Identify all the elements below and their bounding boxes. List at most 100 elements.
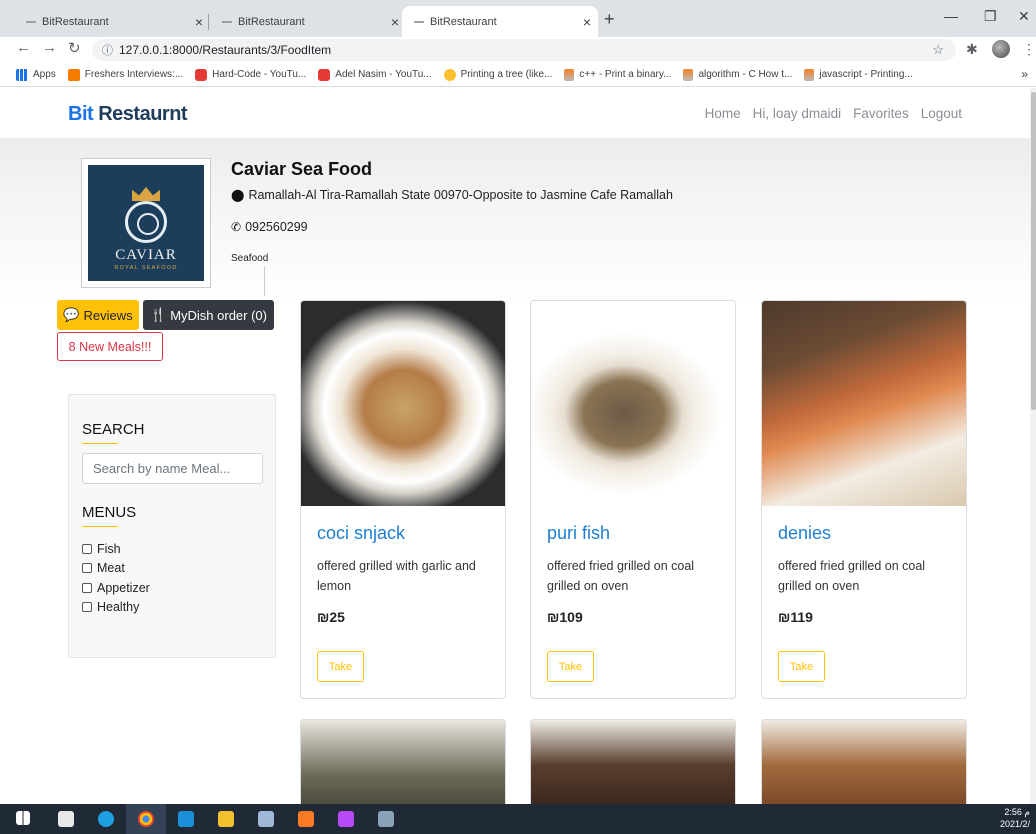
tree-icon bbox=[443, 68, 456, 81]
brand-logo[interactable]: Bit Restaurnt bbox=[68, 103, 188, 126]
nav-favorites-link[interactable]: Favorites bbox=[853, 106, 909, 121]
meal-name[interactable]: coci snjack bbox=[317, 523, 405, 544]
windows-start-icon[interactable] bbox=[16, 811, 30, 825]
restaurant-category: Seafood bbox=[231, 253, 269, 264]
close-window-icon[interactable]: ✕ bbox=[1018, 8, 1030, 25]
restaurant-logo-frame: CAVIAR ROYAL SEAFOOD bbox=[81, 158, 211, 288]
tab-title: BitRestaurant bbox=[42, 15, 109, 28]
search-title: SEARCH bbox=[82, 421, 145, 438]
mydish-order-button[interactable]: 🍴 MyDish order (0) bbox=[143, 300, 274, 330]
browser-tab-active[interactable]: BitRestaurant × bbox=[402, 6, 598, 37]
xampp-icon[interactable] bbox=[298, 811, 314, 827]
bookmark-item[interactable]: Printing a tree (like... bbox=[443, 68, 552, 81]
taskbar-clock[interactable]: 2:56 م 2021/2/ bbox=[1000, 806, 1030, 830]
take-button[interactable]: Take bbox=[778, 651, 825, 682]
meal-photo bbox=[301, 301, 505, 506]
meal-photo bbox=[531, 720, 735, 804]
bookmark-star-icon[interactable]: ☆ bbox=[932, 42, 944, 58]
meal-price: ₪109 bbox=[547, 609, 583, 625]
meal-name[interactable]: puri fish bbox=[547, 523, 610, 544]
take-button[interactable]: Take bbox=[547, 651, 594, 682]
tab-title: BitRestaurant bbox=[430, 15, 497, 28]
meal-photo bbox=[762, 720, 966, 804]
bookmark-item[interactable]: algorithm - C How t... bbox=[683, 68, 792, 81]
restaurant-address: ⬤ Ramallah-Al Tira-Ramallah State 00970-… bbox=[231, 188, 673, 202]
tab-favicon-icon bbox=[222, 20, 232, 23]
take-button[interactable]: Take bbox=[317, 651, 364, 682]
nav-user-link[interactable]: Hi, loay dmaidi bbox=[753, 106, 842, 121]
meal-search-input[interactable] bbox=[82, 453, 263, 484]
divider bbox=[264, 266, 265, 296]
meal-card bbox=[761, 719, 967, 804]
meal-card: puri fish offered fried grilled on coal … bbox=[530, 300, 736, 699]
minimize-icon[interactable]: — bbox=[944, 8, 958, 24]
extensions-icon[interactable]: ✱ bbox=[966, 41, 978, 58]
checkbox[interactable] bbox=[82, 582, 92, 593]
phone-icon: ✆ bbox=[231, 220, 242, 234]
reload-icon[interactable]: ↻ bbox=[68, 39, 81, 57]
menu-kebab-icon[interactable]: ⋮ bbox=[1022, 41, 1036, 58]
meal-photo bbox=[762, 301, 966, 506]
forward-icon[interactable]: → bbox=[42, 39, 57, 56]
menu-filter-meat[interactable]: Meat bbox=[82, 559, 150, 579]
menu-filter-appetizer[interactable]: Appetizer bbox=[82, 578, 150, 598]
new-meals-button[interactable]: 8 New Meals!!! bbox=[57, 332, 163, 361]
blogger-icon bbox=[67, 68, 80, 81]
apps-grid-icon bbox=[16, 68, 28, 81]
meal-card: coci snjack offered grilled with garlic … bbox=[300, 300, 506, 699]
reviews-button[interactable]: 💬 Reviews bbox=[57, 300, 139, 330]
url-field[interactable]: ⓘ 127.0.0.1:8000/Restaurants/3/FoodItem … bbox=[92, 39, 956, 61]
notes-icon[interactable] bbox=[258, 811, 274, 827]
bookmark-item[interactable]: Hard-Code - YouTu... bbox=[195, 68, 306, 81]
menus-title: MENUS bbox=[82, 504, 137, 521]
new-tab-icon[interactable]: + bbox=[604, 9, 615, 30]
bookmark-item[interactable]: javascript - Printing... bbox=[804, 68, 913, 81]
filter-sidebar: SEARCH MENUS Fish Meat Appetizer Healthy bbox=[68, 394, 276, 658]
map-marker-icon: ⬤ bbox=[231, 188, 245, 202]
browser-tab[interactable]: BitRestaurant × bbox=[14, 6, 210, 37]
url-text: 127.0.0.1:8000/Restaurants/3/FoodItem bbox=[119, 43, 332, 57]
caviar-emblem-icon bbox=[125, 201, 167, 243]
menu-filter-fish[interactable]: Fish bbox=[82, 539, 150, 559]
bookmarks-overflow-icon[interactable]: » bbox=[1021, 67, 1028, 81]
restore-icon[interactable]: ❐ bbox=[984, 8, 997, 25]
stackoverflow-icon bbox=[683, 68, 694, 81]
site-info-icon[interactable]: ⓘ bbox=[102, 42, 113, 58]
nav-home-link[interactable]: Home bbox=[705, 106, 741, 121]
chrome-icon[interactable] bbox=[138, 811, 154, 827]
scrollbar-thumb[interactable] bbox=[1031, 92, 1036, 410]
meal-name[interactable]: denies bbox=[778, 523, 831, 544]
browser-tab[interactable]: BitRestaurant × bbox=[210, 6, 406, 37]
checkbox[interactable] bbox=[82, 602, 92, 613]
menu-filter-healthy[interactable]: Healthy bbox=[82, 598, 150, 618]
bookmark-item[interactable]: Freshers Interviews:... bbox=[67, 68, 183, 81]
menu-filter-list: Fish Meat Appetizer Healthy bbox=[82, 539, 150, 617]
bookmark-item[interactable]: c++ - Print a binary... bbox=[564, 68, 671, 81]
store-icon[interactable] bbox=[58, 811, 74, 827]
browser-tab-bar: BitRestaurant × BitRestaurant × BitResta… bbox=[0, 0, 1036, 37]
stackoverflow-icon bbox=[564, 68, 575, 81]
tab-favicon-icon bbox=[26, 20, 36, 23]
nav-logout-link[interactable]: Logout bbox=[921, 106, 962, 121]
checkbox[interactable] bbox=[82, 543, 92, 554]
tab-favicon-icon bbox=[414, 20, 424, 23]
checkbox[interactable] bbox=[82, 563, 92, 574]
tab-close-icon[interactable]: × bbox=[576, 14, 598, 30]
site-navbar: Bit Restaurnt Home Hi, loay dmaidi Favor… bbox=[0, 88, 1030, 138]
profile-avatar[interactable] bbox=[992, 40, 1010, 58]
mail-icon[interactable] bbox=[178, 811, 194, 827]
bookmark-apps[interactable]: Apps bbox=[16, 68, 56, 81]
phpstorm-icon[interactable] bbox=[338, 811, 354, 827]
logo-text: CAVIAR bbox=[115, 247, 177, 263]
meal-card bbox=[530, 719, 736, 804]
clock-date: 2021/2/ bbox=[999, 819, 1030, 829]
tab-close-icon[interactable]: × bbox=[188, 14, 210, 30]
edge-icon[interactable] bbox=[98, 811, 114, 827]
crown-icon bbox=[132, 187, 160, 201]
file-explorer-icon[interactable] bbox=[218, 811, 234, 827]
back-icon[interactable]: ← bbox=[16, 39, 31, 56]
app-icon[interactable] bbox=[378, 811, 394, 827]
meal-price: ₪25 bbox=[317, 609, 345, 625]
title-underline bbox=[82, 443, 118, 444]
bookmark-item[interactable]: Adel Nasim - YouTu... bbox=[318, 68, 432, 81]
